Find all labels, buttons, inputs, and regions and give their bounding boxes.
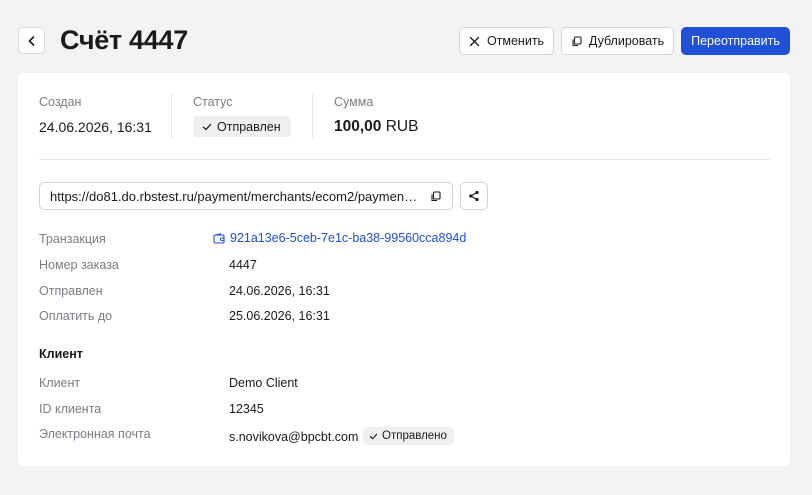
sent-value: 24.06.2026, 16:31 [229,284,330,298]
copy-icon [430,190,441,201]
amount-label: Сумма [334,95,374,109]
section-divider [39,159,770,160]
amount-number: 100,00 [334,118,382,135]
amount-value: 100,00 RUB [334,118,418,136]
pay-until-value: 25.06.2026, 16:31 [229,309,330,323]
check-icon [369,433,378,439]
client-name-value: Demo Client [229,376,298,390]
resend-button-label: Переотправить [691,34,780,48]
order-number-label: Номер заказа [39,258,119,272]
client-id-value: 12345 [229,402,264,416]
email-value: s.novikova@bpcbt.com [229,430,359,444]
created-label: Создан [39,95,82,109]
summary-divider [312,94,313,138]
transaction-label: Транзакция [39,232,106,246]
resend-button[interactable]: Переотправить [681,27,790,55]
copy-link-button[interactable] [426,187,444,205]
client-id-label: ID клиента [39,402,102,416]
status-badge: Отправлен [193,116,291,137]
status-label: Статус [193,95,233,109]
page-title: Счёт 4447 [60,25,188,55]
pay-until-label: Оплатить до [39,309,113,323]
status-badge-label: Отправлен [217,119,281,134]
share-button[interactable] [460,182,488,210]
page-header: Счёт 4447 Отменить Дублировать Переотпра… [0,0,812,72]
order-number-value: 4447 [229,258,257,272]
summary-divider [171,94,172,138]
client-name-label: Клиент [39,376,81,390]
payment-link-text: https://do81.do.rbstest.ru/payment/merch… [50,188,418,204]
created-value: 24.06.2026, 16:31 [39,119,152,135]
back-button[interactable] [18,27,45,54]
payment-link-field[interactable]: https://do81.do.rbstest.ru/payment/merch… [39,182,453,210]
share-icon [469,190,479,202]
transaction-id: 921a13e6-5ceb-7e1c-ba38-99560cca894d [230,231,467,245]
email-status-badge: Отправлено [363,427,454,445]
chevron-left-icon [28,35,34,46]
client-section-title: Клиент [39,347,83,361]
wallet-icon [213,232,225,244]
cancel-button[interactable]: Отменить [459,27,554,55]
check-icon [202,123,212,130]
invoice-card: Создан 24.06.2026, 16:31 Статус Отправле… [18,73,790,466]
duplicate-button[interactable]: Дублировать [561,27,674,55]
close-icon [469,36,480,46]
cancel-button-label: Отменить [486,34,545,48]
email-label: Электронная почта [39,427,151,441]
duplicate-button-label: Дублировать [588,34,665,48]
transaction-link[interactable]: 921a13e6-5ceb-7e1c-ba38-99560cca894d [213,231,466,245]
amount-currency: RUB [385,118,419,135]
email-status-label: Отправлено [382,430,447,442]
copy-icon [572,35,582,46]
sent-label: Отправлен [39,284,103,298]
